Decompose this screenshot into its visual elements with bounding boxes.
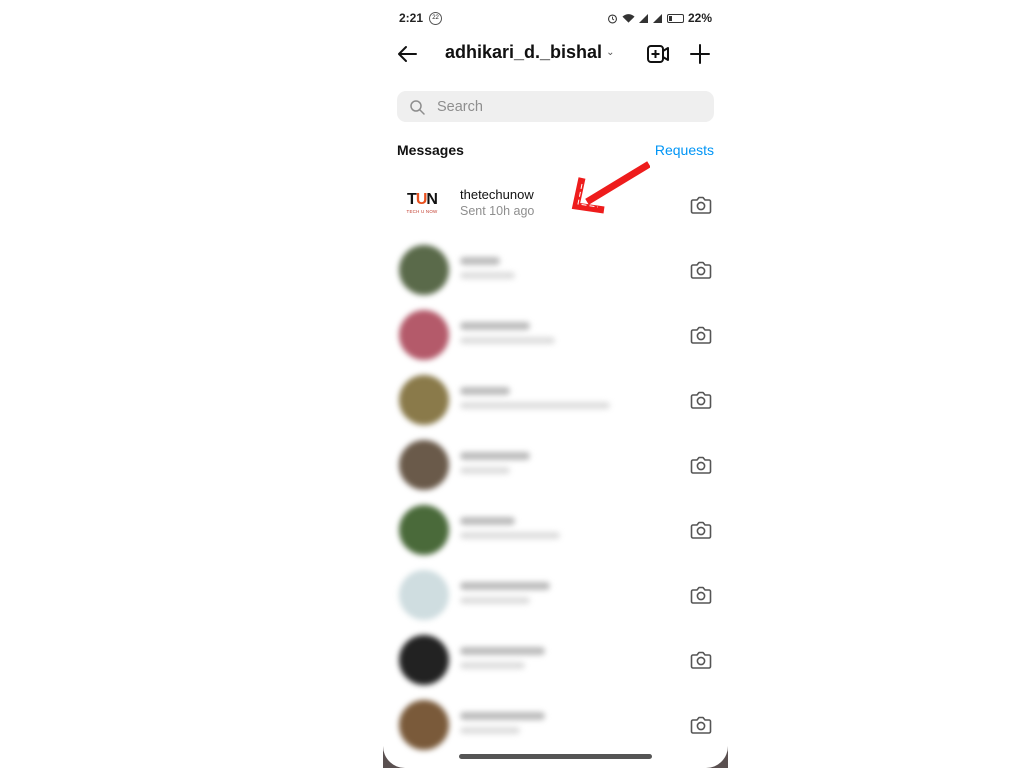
conversation-name [460,387,510,395]
top-bar: adhikari_d._bishal ⌄ [383,34,728,74]
avatar-logo-text: TUN [407,190,438,208]
status-time: 2:21 [399,11,424,25]
conversation-status [460,597,530,604]
camera-icon[interactable] [690,390,712,410]
conversation-status [460,662,525,669]
phone-frame: 2:21 22 22% adhikari_d._bishal ⌄ Search … [383,0,728,768]
camera-icon[interactable] [690,715,712,735]
conversation-name [460,452,530,460]
conversation-row[interactable] [383,237,728,302]
avatar [399,699,449,750]
conversation-text-blurred [460,452,530,474]
signal-icon [638,14,648,23]
conversation-status [460,727,520,734]
avatar-logo-caption: TECH U NOW [406,208,438,214]
conversation-row[interactable] [383,562,728,627]
conversation-status: Sent 10h ago [460,204,535,218]
conversation-name [460,712,545,720]
battery-icon [666,13,684,23]
conversation-text-blurred [460,517,560,539]
conversation-text-blurred [460,322,555,344]
search-bar[interactable] [397,91,714,122]
avatar [399,569,449,620]
avatar [399,244,449,295]
conversation-name: thetechunow [460,187,534,202]
conversation-status [460,337,555,344]
conversation-row[interactable]: TUN TECH U NOW thetechunow Sent 10h ago [383,172,728,237]
camera-icon[interactable] [690,195,712,215]
camera-icon[interactable] [690,585,712,605]
conversation-row[interactable] [383,302,728,367]
search-icon [410,99,425,115]
dm-inbox-screen: 2:21 22 22% adhikari_d._bishal ⌄ Search … [383,0,728,768]
avatar [399,309,449,360]
conversation-name [460,647,545,655]
conversation-text-blurred [460,387,610,409]
conversation-name [460,582,550,590]
conversation-row[interactable] [383,692,728,757]
account-switcher[interactable]: adhikari_d._bishal ⌄ [445,42,614,63]
avatar [399,504,449,555]
alarm-icon [607,13,617,23]
conversation-row[interactable] [383,627,728,692]
signal-icon [652,14,662,23]
messages-section-header: Messages Requests [397,142,714,158]
conversation-name [460,257,500,265]
conversation-row[interactable] [383,497,728,562]
conversation-status [460,467,510,474]
home-indicator[interactable] [459,754,652,759]
conversation-row[interactable] [383,367,728,432]
wifi-icon [622,13,635,23]
plus-icon[interactable] [688,42,712,66]
conversation-row[interactable] [383,432,728,497]
messages-heading: Messages [397,142,464,158]
camera-icon[interactable] [690,650,712,670]
conversation-text-blurred [460,582,550,604]
camera-icon[interactable] [690,260,712,280]
search-input[interactable] [435,97,679,116]
avatar [399,439,449,490]
conversation-text-blurred [460,712,545,734]
video-add-icon[interactable] [646,43,670,65]
conversation-name [460,517,515,525]
username-title: adhikari_d._bishal [445,42,603,62]
conversation-text-blurred [460,257,515,279]
avatar [399,374,449,425]
avatar [399,634,449,685]
annotation-arrow [571,161,650,214]
camera-icon[interactable] [690,325,712,345]
conversation-status [460,402,610,409]
chevron-down-icon: ⌄ [606,47,615,58]
conversation-text-blurred [460,647,545,669]
conversation-name [460,322,530,330]
avatar: TUN TECH U NOW [399,182,445,222]
conversation-status [460,532,560,539]
camera-icon[interactable] [690,520,712,540]
camera-icon[interactable] [690,455,712,475]
arrow-left-icon[interactable] [395,42,419,66]
conversation-list: TUN TECH U NOW thetechunow Sent 10h ago [383,172,728,757]
battery-percent: 22% [687,11,712,25]
notification-badge: 22 [429,11,443,25]
requests-link[interactable]: Requests [655,142,714,158]
conversation-status [460,272,515,279]
status-bar: 2:21 22 22% [399,10,712,26]
